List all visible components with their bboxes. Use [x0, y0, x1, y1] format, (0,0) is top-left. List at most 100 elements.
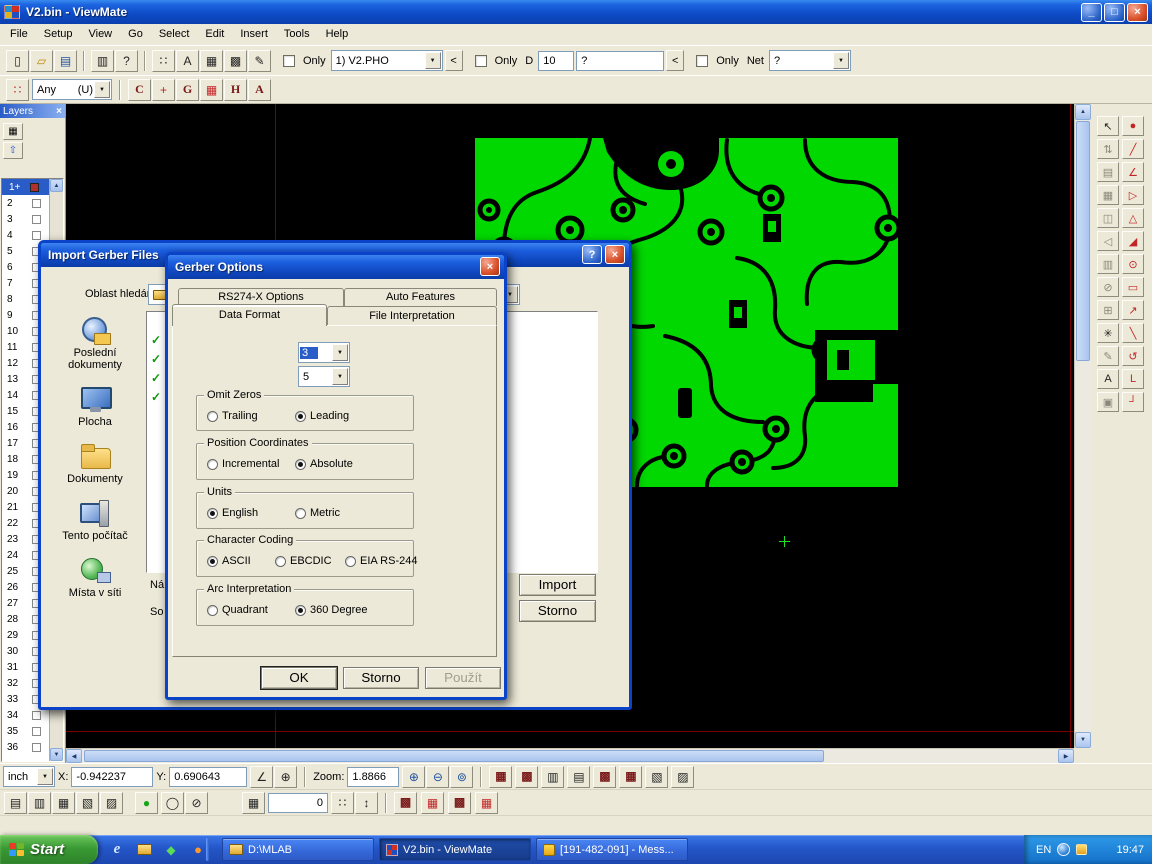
taskbar-clock[interactable]: 19:47 — [1116, 844, 1144, 856]
radio-leading[interactable] — [295, 411, 306, 422]
lasso-icon[interactable]: ◯ — [161, 792, 184, 814]
layer-row[interactable]: 35 — [2, 723, 49, 739]
tab-data-format[interactable]: Data Format — [172, 304, 327, 326]
chevron-down-icon[interactable]: ▼ — [37, 768, 53, 785]
grid-toggle-icon[interactable]: ▦ — [242, 792, 265, 814]
vertical-scroll-thumb[interactable] — [1076, 121, 1090, 361]
layer-visibility-box[interactable] — [32, 231, 41, 240]
file-combo[interactable]: 1) V2.PHO ▼ — [331, 50, 443, 71]
layer-visibility-box[interactable] — [32, 727, 41, 736]
film-grid-icon-4[interactable]: ▤ — [567, 766, 590, 788]
layer-row[interactable]: 2 — [2, 195, 49, 211]
place-network[interactable]: Místa v síti — [47, 555, 143, 599]
layer-film-icon-5[interactable]: ▨ — [100, 792, 123, 814]
move-item-icon[interactable]: ↗ — [1122, 300, 1144, 320]
layer-film-icon-1[interactable]: ▤ — [4, 792, 27, 814]
start-button[interactable]: Start — [0, 835, 98, 864]
left-decimal-combo[interactable]: 3 ▼ — [298, 342, 350, 363]
tray-globe-icon[interactable] — [1057, 843, 1070, 856]
taskbar-task-viewmate[interactable]: V2.bin - ViewMate — [379, 838, 531, 861]
dcode-c-icon[interactable]: C — [128, 79, 151, 101]
draw-arc-icon[interactable]: ▷ — [1122, 185, 1144, 205]
close-button[interactable]: × — [1127, 3, 1148, 22]
layer-visibility-box[interactable] — [32, 743, 41, 752]
layer-row[interactable]: 36 — [2, 739, 49, 755]
layer-film-icon-3[interactable]: ▦ — [52, 792, 75, 814]
chevron-down-icon[interactable]: ▼ — [833, 52, 849, 69]
radio-incremental[interactable] — [207, 459, 218, 470]
place-recent-documents[interactable]: Poslední dokumenty — [47, 315, 143, 371]
grid-count-field[interactable]: 0 — [268, 793, 328, 813]
dialog-help-icon[interactable]: ? — [582, 245, 602, 264]
pattern-icon-3[interactable]: ▩ — [448, 792, 471, 814]
radio-trailing[interactable] — [207, 411, 218, 422]
scroll-right-icon[interactable]: ▶ — [1058, 749, 1074, 763]
menu-item[interactable]: View — [80, 24, 120, 45]
measure-angle-icon[interactable]: ∠ — [250, 766, 273, 788]
quicklaunch-ie-icon[interactable]: e — [108, 841, 126, 859]
horizontal-scrollbar[interactable]: ◀ ▶ — [66, 748, 1074, 763]
edit-vertex-icon[interactable]: ✎ — [1097, 346, 1119, 366]
net-combo[interactable]: ? ▼ — [769, 50, 851, 71]
draw-triangle-icon[interactable]: △ — [1122, 208, 1144, 228]
aperture-list-icon[interactable]: A — [176, 50, 199, 72]
save-file-icon[interactable]: ▤ — [54, 50, 77, 72]
null-select-icon[interactable]: ⊘ — [1097, 277, 1119, 297]
prev-file-button[interactable]: < — [445, 50, 463, 71]
radio-ascii[interactable] — [207, 556, 218, 567]
dcode-h-icon[interactable]: H — [224, 79, 247, 101]
scroll-up-icon[interactable]: ▲ — [1075, 104, 1091, 120]
film-grid-icon-6[interactable]: ▦ — [619, 766, 642, 788]
layers-grid-button[interactable]: ▦ — [3, 123, 23, 140]
minimize-button[interactable]: _ — [1081, 3, 1102, 22]
grid-snap-icon[interactable]: ▦ — [1097, 185, 1119, 205]
film-grid-icon-3[interactable]: ▥ — [541, 766, 564, 788]
cursor-select-icon[interactable]: ↖ — [1097, 116, 1119, 136]
pad-stack-icon[interactable]: ▣ — [1097, 392, 1119, 412]
maximize-button[interactable]: □ — [1104, 3, 1125, 22]
scroll-up-icon[interactable]: ▲ — [50, 179, 63, 192]
layer-row-selected[interactable]: 1+ — [2, 179, 49, 195]
scroll-down-icon[interactable]: ▼ — [1075, 732, 1091, 748]
draw-circle-icon[interactable]: ⊙ — [1122, 254, 1144, 274]
place-desktop[interactable]: Plocha — [47, 384, 143, 428]
import-cancel-button[interactable]: Storno — [519, 600, 596, 622]
dcode-value-field[interactable]: 10 — [538, 51, 574, 71]
dialog-close-icon[interactable]: × — [605, 245, 625, 264]
layers-panel-close-icon[interactable]: × — [56, 106, 62, 117]
select-pattern-icon[interactable]: ∷ — [6, 79, 29, 101]
place-computer[interactable]: Tento počítač — [47, 498, 143, 542]
only-file-checkbox[interactable] — [283, 55, 295, 67]
zoom-in-icon[interactable]: ⊕ — [402, 766, 425, 788]
dcode-a-icon[interactable]: A — [248, 79, 271, 101]
vertical-scrollbar[interactable]: ▲ ▼ — [1074, 104, 1091, 748]
chevron-down-icon[interactable]: ▼ — [332, 344, 348, 361]
menu-item[interactable]: File — [2, 24, 36, 45]
context-help-icon[interactable]: ? — [115, 50, 138, 72]
film-grid-icon-1[interactable]: ▦ — [489, 766, 512, 788]
radio-360-degree[interactable] — [295, 605, 306, 616]
layers-up-button[interactable]: ⇧ — [3, 142, 23, 159]
layer-film-icon-2[interactable]: ▥ — [28, 792, 51, 814]
pattern-icon-4[interactable]: ▦ — [475, 792, 498, 814]
film-grid-icon-7[interactable]: ▧ — [645, 766, 668, 788]
chevron-down-icon[interactable]: ▼ — [94, 81, 110, 98]
print-icon[interactable]: ▥ — [91, 50, 114, 72]
chevron-down-icon[interactable]: ▼ — [425, 52, 441, 69]
menu-item[interactable]: Insert — [232, 24, 276, 45]
radio-quadrant[interactable] — [207, 605, 218, 616]
menu-item[interactable]: Go — [120, 24, 151, 45]
move-vertical-icon[interactable]: ↕ — [355, 792, 378, 814]
pattern-icon-1[interactable]: ▩ — [394, 792, 417, 814]
menu-item[interactable]: Setup — [36, 24, 81, 45]
lang-indicator[interactable]: EN — [1036, 844, 1051, 856]
scroll-left-icon[interactable]: ◀ — [66, 749, 82, 763]
quicklaunch-media-icon[interactable]: ◆ — [162, 841, 180, 859]
taskbar-task-messenger[interactable]: [191-482-091] - Mess... — [536, 838, 688, 861]
tab-auto-features[interactable]: Auto Features — [344, 288, 497, 306]
zoom-out-icon[interactable]: ⊖ — [426, 766, 449, 788]
grid-pattern-icon[interactable]: ▦ — [200, 79, 223, 101]
radio-absolute[interactable] — [295, 459, 306, 470]
only-net-checkbox[interactable] — [696, 55, 708, 67]
scroll-down-icon[interactable]: ▼ — [50, 748, 63, 761]
